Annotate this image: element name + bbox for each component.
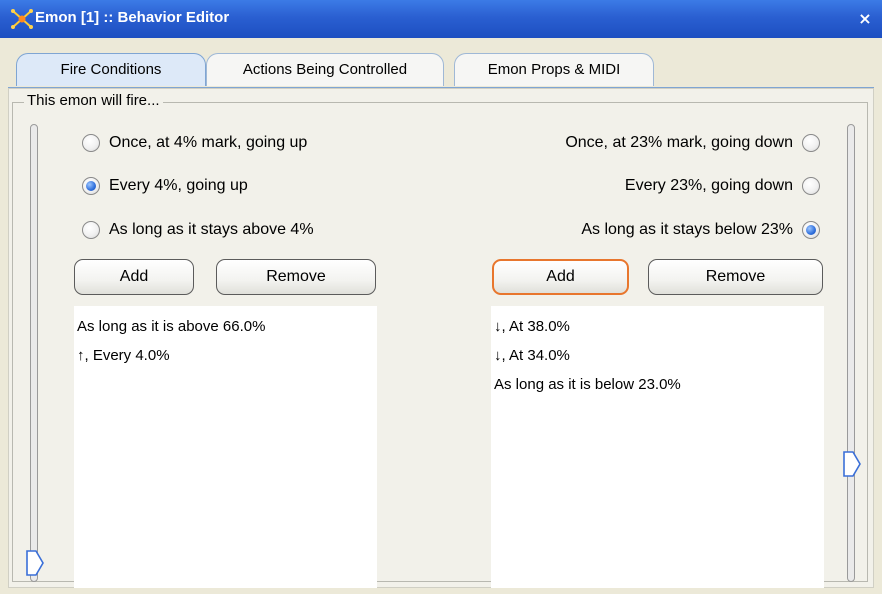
list-item[interactable]: ↑, Every 4.0% [74,341,377,370]
left-add-button[interactable]: Add [74,259,194,295]
radio-once-going-down[interactable]: Once, at 23% mark, going down [565,130,820,156]
left-threshold-slider-track[interactable] [30,124,38,582]
tab-actions-being-controlled[interactable]: Actions Being Controlled [206,53,444,86]
tab-strip: Fire Conditions Actions Being Controlled… [0,38,882,88]
list-item[interactable]: As long as it is below 23.0% [491,370,824,399]
radio-label: Every 23%, going down [624,177,793,194]
right-threshold-slider-track[interactable] [847,124,855,582]
radio-button-selected[interactable] [802,221,820,239]
radio-stays-below[interactable]: As long as it stays below 23% [581,217,820,243]
close-icon[interactable]: × [854,8,876,30]
left-threshold-slider-thumb[interactable] [26,550,44,576]
left-remove-button[interactable]: Remove [216,259,376,295]
radio-button-selected[interactable] [82,177,100,195]
list-item[interactable]: ↓, At 34.0% [491,341,824,370]
radio-every-going-down[interactable]: Every 23%, going down [625,173,820,199]
window-title: Emon [1] :: Behavior Editor [35,9,230,26]
right-remove-button[interactable]: Remove [648,259,823,295]
group-title: This emon will fire... [24,92,163,109]
right-conditions-list[interactable]: ↓, At 38.0% ↓, At 34.0% As long as it is… [491,306,824,588]
radio-label: Every 4%, going up [109,177,248,194]
right-threshold-slider-thumb[interactable] [843,450,861,477]
radio-button[interactable] [802,134,820,152]
radio-label: Once, at 4% mark, going up [109,134,308,151]
right-add-button[interactable]: Add [492,259,629,295]
radio-every-going-up[interactable]: Every 4%, going up [82,173,248,199]
radio-stays-above[interactable]: As long as it stays above 4% [82,217,314,243]
emon-app-icon [11,9,33,29]
radio-once-going-up[interactable]: Once, at 4% mark, going up [82,130,307,156]
radio-button[interactable] [802,177,820,195]
left-conditions-list[interactable]: As long as it is above 66.0% ↑, Every 4.… [74,306,377,588]
radio-label: As long as it stays below 23% [581,221,793,238]
radio-button[interactable] [82,221,100,239]
radio-label: Once, at 23% mark, going down [565,134,793,151]
tab-emon-props-midi[interactable]: Emon Props & MIDI [454,53,654,86]
list-item[interactable]: ↓, At 38.0% [491,312,824,341]
list-item[interactable]: As long as it is above 66.0% [74,312,377,341]
title-bar: Emon [1] :: Behavior Editor × [0,0,882,38]
tab-underline [8,87,874,88]
radio-button[interactable] [82,134,100,152]
radio-label: As long as it stays above 4% [109,221,314,238]
tab-fire-conditions[interactable]: Fire Conditions [16,53,206,86]
